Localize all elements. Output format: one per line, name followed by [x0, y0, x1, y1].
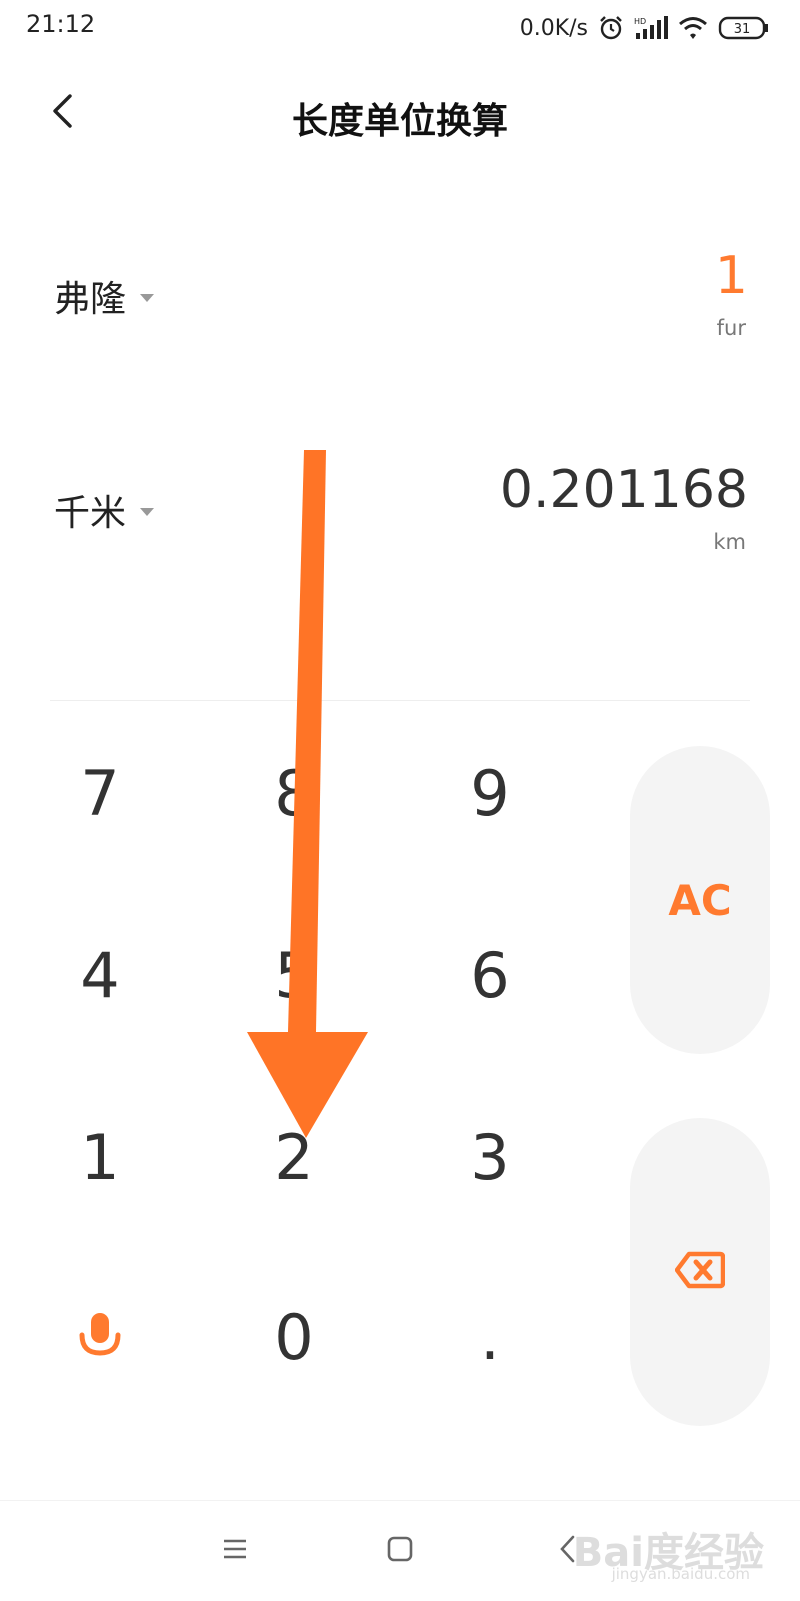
battery-level: 31: [734, 22, 751, 37]
to-unit-abbr: km: [713, 530, 746, 554]
chevron-down-icon: [140, 294, 155, 302]
key-9[interactable]: 9: [410, 718, 570, 868]
hd-signal-icon: HD: [634, 15, 668, 41]
net-speed: 0.0K/s: [519, 15, 588, 41]
status-icons: 0.0K/s HD 31: [520, 10, 770, 46]
key-8[interactable]: 8: [214, 718, 374, 868]
home-button[interactable]: [365, 1521, 435, 1581]
from-unit-selector[interactable]: 弗隆: [54, 270, 155, 322]
from-value[interactable]: 1: [715, 246, 748, 306]
key-5[interactable]: 5: [214, 900, 374, 1050]
voice-input-button[interactable]: [20, 1262, 180, 1412]
divider: [50, 700, 750, 701]
backspace-icon: [674, 1251, 726, 1293]
from-unit-abbr: fur: [716, 316, 746, 340]
key-6[interactable]: 6: [410, 900, 570, 1050]
to-unit-name: 千米: [54, 493, 127, 534]
alarm-icon: [598, 15, 624, 41]
key-1[interactable]: 1: [20, 1082, 180, 1232]
clear-label: AC: [668, 875, 732, 925]
page-title: 长度单位换算: [291, 101, 508, 142]
menu-button[interactable]: [200, 1521, 270, 1581]
svg-text:HD: HD: [634, 17, 646, 26]
key-0[interactable]: 0: [214, 1262, 374, 1412]
home-icon: [387, 1536, 413, 1566]
wifi-icon: [678, 16, 708, 40]
clear-button[interactable]: AC: [630, 746, 770, 1054]
backspace-button[interactable]: [630, 1118, 770, 1426]
status-time: 21:12: [26, 10, 96, 38]
from-unit-name: 弗隆: [54, 279, 127, 320]
key-dot[interactable]: .: [410, 1262, 570, 1412]
menu-icon: [222, 1538, 248, 1564]
key-2[interactable]: 2: [214, 1082, 374, 1232]
microphone-icon: [77, 1301, 123, 1374]
battery-icon: 31: [718, 16, 770, 40]
watermark-url: jingyan.baidu.com: [611, 1565, 750, 1583]
key-3[interactable]: 3: [410, 1082, 570, 1232]
to-value[interactable]: 0.201168: [500, 460, 748, 520]
key-7[interactable]: 7: [20, 718, 180, 868]
chevron-down-icon: [140, 508, 155, 516]
key-4[interactable]: 4: [20, 900, 180, 1050]
to-unit-selector[interactable]: 千米: [54, 484, 155, 536]
